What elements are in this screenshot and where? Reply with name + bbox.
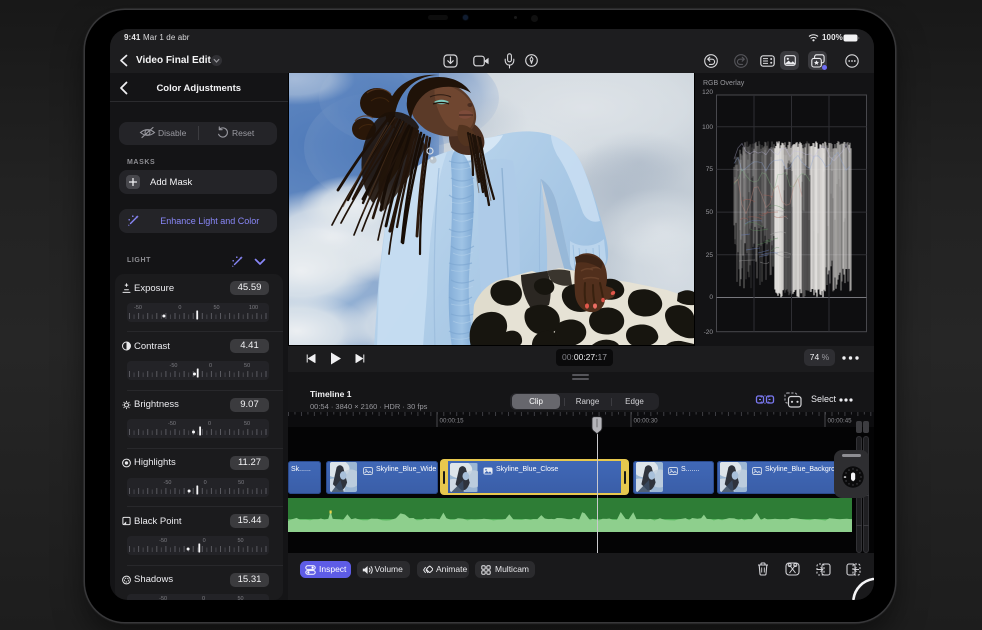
svg-text:00:00:15: 00:00:15 (439, 418, 464, 425)
svg-text:00:00:45: 00:00:45 (827, 418, 852, 425)
svg-text:00:00:30: 00:00:30 (633, 418, 658, 425)
